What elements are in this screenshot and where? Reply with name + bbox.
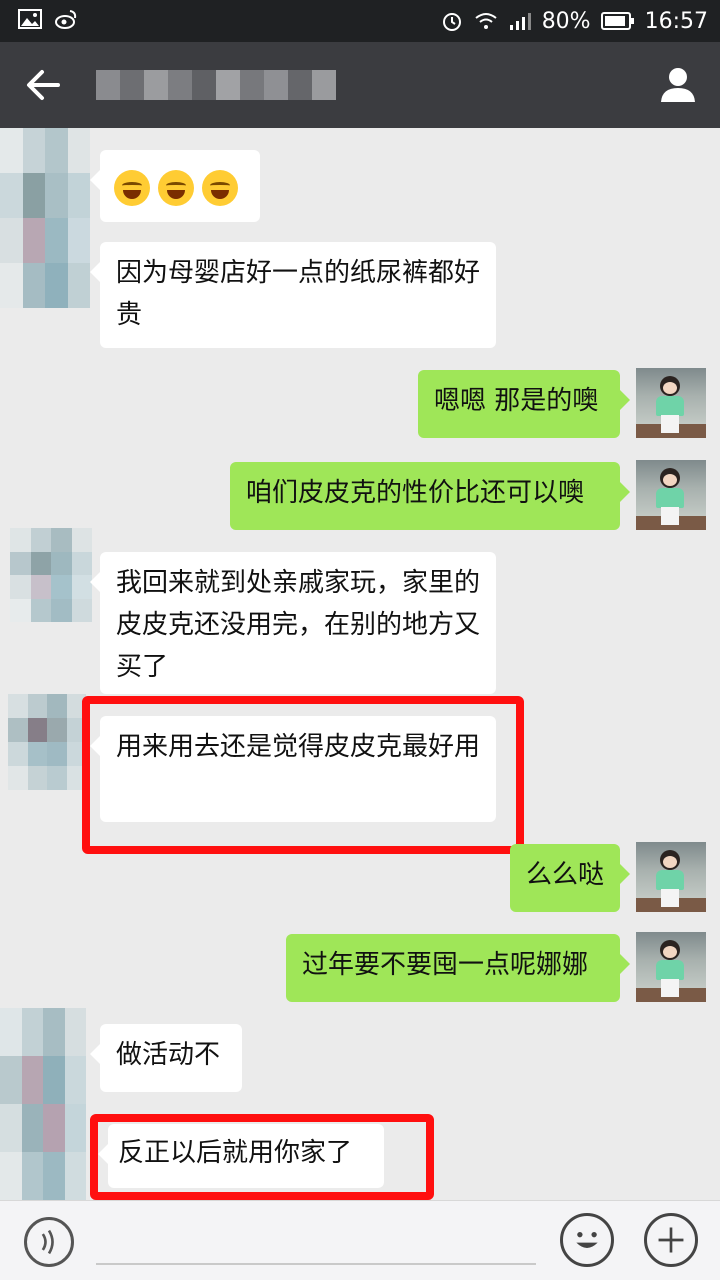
chat-message-list[interactable]: 因为母婴店好一点的纸尿裤都好贵 嗯嗯 那是的噢 咱们皮皮克的性价比还可以噢 我回…	[0, 128, 720, 1200]
avatar[interactable]	[0, 128, 90, 308]
weibo-icon	[55, 10, 77, 29]
message-bubble-emoji[interactable]	[90, 150, 260, 222]
avatar[interactable]	[636, 932, 706, 1002]
smiley-icon[interactable]	[560, 1213, 614, 1267]
avatar[interactable]	[636, 368, 706, 438]
message-bubble[interactable]: 过年要不要囤一点呢娜娜	[286, 934, 630, 1002]
voice-icon[interactable]	[24, 1217, 74, 1267]
message-bubble[interactable]: 做活动不	[90, 1024, 242, 1092]
clock-time: 16:57	[644, 8, 708, 34]
person-icon[interactable]	[658, 64, 698, 104]
message-bubble[interactable]: 么么哒	[510, 844, 630, 912]
message-text: 过年要不要囤一点呢娜娜	[302, 950, 589, 980]
message-bubble[interactable]: 咱们皮皮克的性价比还可以噢	[230, 462, 630, 530]
message-text: 嗯嗯 那是的噢	[434, 386, 599, 416]
message-input[interactable]	[96, 1263, 536, 1265]
image-icon	[18, 9, 42, 29]
message-bubble[interactable]: 我回来就到处亲戚家玩，家里的皮皮克还没用完，在别的地方又买了	[90, 552, 496, 694]
tears-of-joy-icon	[202, 169, 238, 206]
message-bubble[interactable]: 因为母婴店好一点的纸尿裤都好贵	[90, 242, 496, 348]
plus-icon[interactable]	[644, 1213, 698, 1267]
wifi-icon	[475, 13, 497, 29]
tears-of-joy-icon	[114, 169, 150, 206]
chat-header	[0, 42, 720, 128]
avatar[interactable]	[10, 528, 92, 622]
highlight-box	[82, 696, 524, 854]
alarm-icon	[442, 13, 461, 31]
status-bar: 80% 16:57	[0, 0, 720, 42]
tears-of-joy-icon	[158, 169, 194, 206]
arrow-left-icon[interactable]	[22, 64, 64, 106]
highlight-box	[90, 1114, 434, 1200]
avatar[interactable]	[636, 842, 706, 912]
message-text: 我回来就到处亲戚家玩，家里的皮皮克还没用完，在别的地方又买了	[116, 568, 481, 682]
avatar[interactable]	[636, 460, 706, 530]
contact-name-pixelated	[96, 70, 336, 100]
battery-percent: 80%	[541, 8, 591, 34]
message-bubble[interactable]: 嗯嗯 那是的噢	[418, 370, 630, 438]
message-text: 做活动不	[116, 1040, 221, 1070]
input-bar	[0, 1200, 720, 1280]
message-text: 么么哒	[526, 860, 605, 890]
signal-icon	[509, 13, 531, 30]
message-text: 咱们皮皮克的性价比还可以噢	[246, 478, 585, 508]
avatar[interactable]	[0, 1008, 86, 1200]
battery-icon	[600, 12, 634, 30]
message-text: 因为母婴店好一点的纸尿裤都好贵	[116, 258, 481, 330]
avatar[interactable]	[8, 694, 86, 790]
